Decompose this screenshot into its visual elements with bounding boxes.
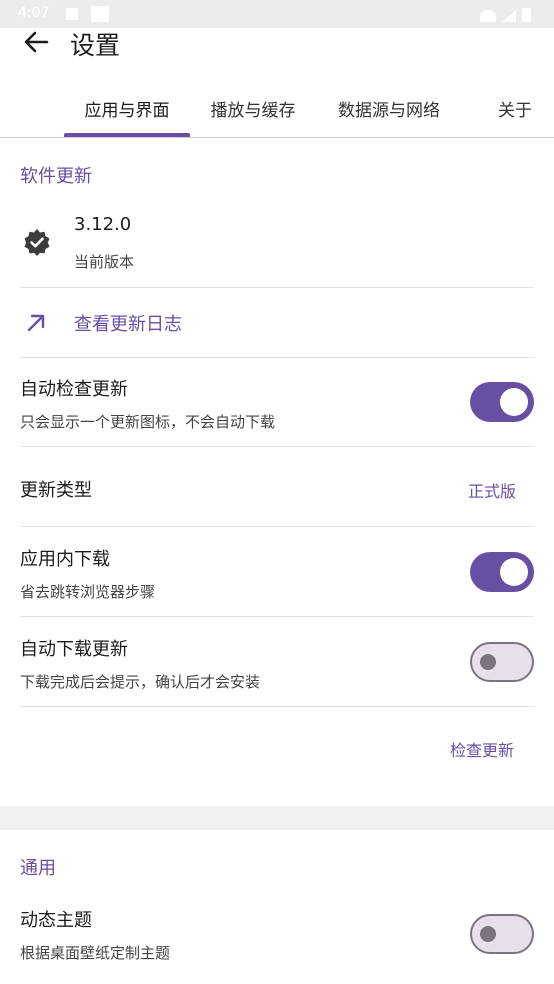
section-separator bbox=[0, 806, 554, 830]
status-icons bbox=[480, 7, 536, 22]
check-update-button[interactable]: 检查更新 bbox=[450, 737, 514, 761]
auto-download-switch[interactable] bbox=[470, 642, 534, 682]
notification-icon bbox=[91, 6, 109, 22]
section-title-software-update: 软件更新 bbox=[20, 166, 92, 187]
tab-app-ui[interactable]: 应用与界面 bbox=[64, 84, 190, 138]
auto-check-subtitle: 只会显示一个更新图标，不会自动下载 bbox=[20, 413, 276, 431]
changelog-row[interactable]: 查看更新日志 bbox=[0, 288, 554, 357]
status-bar: 4:07 bbox=[0, 0, 554, 28]
back-button[interactable] bbox=[20, 28, 52, 56]
auto-check-switch[interactable] bbox=[470, 382, 534, 422]
dynamic-theme-subtitle: 根据桌面壁纸定制主题 bbox=[20, 944, 171, 962]
in-app-download-switch[interactable] bbox=[470, 552, 534, 592]
tab-about[interactable]: 关于 bbox=[490, 84, 540, 138]
update-type-title: 更新类型 bbox=[20, 480, 92, 501]
page-title: 设置 bbox=[70, 31, 121, 60]
section-title-general: 通用 bbox=[20, 858, 56, 879]
switch-thumb bbox=[480, 926, 496, 942]
dynamic-theme-title: 动态主题 bbox=[20, 910, 92, 931]
tab-playback-cache[interactable]: 播放与缓存 bbox=[196, 84, 310, 138]
switch-thumb bbox=[480, 654, 496, 670]
arrow-back-icon bbox=[24, 31, 49, 53]
battery-icon bbox=[522, 8, 531, 22]
tab-source-network[interactable]: 数据源与网络 bbox=[326, 84, 452, 138]
arrow-up-right-icon bbox=[27, 314, 45, 332]
version-label: 当前版本 bbox=[74, 253, 135, 271]
auto-download-title: 自动下载更新 bbox=[20, 639, 128, 660]
auto-download-subtitle: 下载完成后会提示，确认后才会安装 bbox=[20, 673, 261, 691]
switch-thumb bbox=[500, 558, 528, 586]
tab-indicator bbox=[64, 133, 190, 137]
switch-thumb bbox=[500, 388, 528, 416]
top-app-bar: 设置 bbox=[0, 28, 554, 60]
auto-check-title: 自动检查更新 bbox=[20, 379, 128, 400]
signal-icon bbox=[502, 10, 516, 22]
in-app-download-title: 应用内下载 bbox=[20, 549, 110, 570]
verified-badge-icon bbox=[24, 229, 50, 256]
changelog-link[interactable]: 查看更新日志 bbox=[74, 310, 182, 336]
tab-bar: 应用与界面 播放与缓存 数据源与网络 关于 bbox=[0, 84, 554, 138]
notification-icon bbox=[66, 8, 78, 20]
in-app-download-subtitle: 省去跳转浏览器步骤 bbox=[20, 583, 156, 601]
dynamic-theme-switch[interactable] bbox=[470, 914, 534, 954]
status-time: 4:07 bbox=[18, 5, 50, 21]
version-number: 3.12.0 bbox=[74, 214, 132, 235]
wifi-icon bbox=[480, 10, 496, 22]
update-type-value[interactable]: 正式版 bbox=[468, 478, 516, 502]
divider bbox=[20, 706, 534, 707]
